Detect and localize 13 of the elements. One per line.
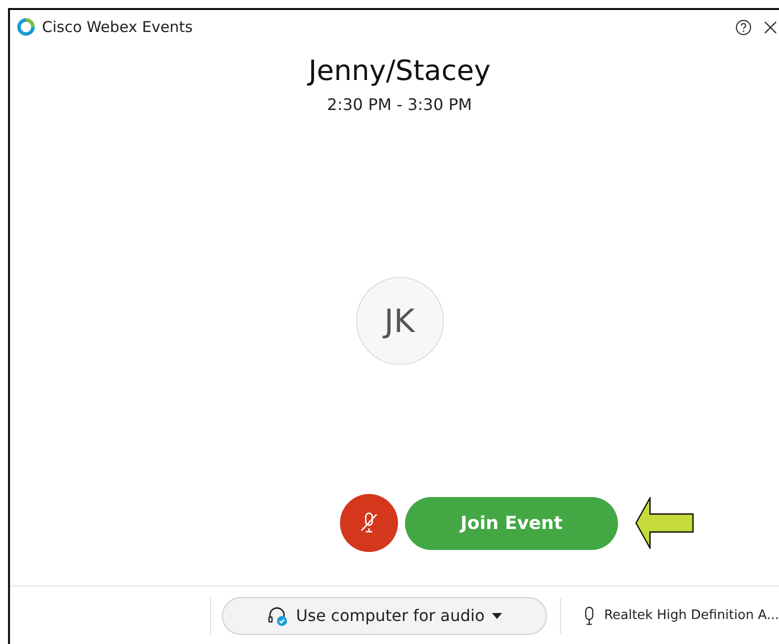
caret-icon xyxy=(492,612,502,618)
microphone-icon xyxy=(584,606,594,626)
avatar: JK xyxy=(356,277,444,365)
help-icon[interactable] xyxy=(735,18,752,36)
meeting-title: Jenny/Stacey xyxy=(306,54,491,87)
headset-icon xyxy=(266,604,289,626)
arrow-icon xyxy=(635,497,695,549)
app-logo-icon xyxy=(17,18,35,36)
window-title: Cisco Webex Events xyxy=(42,18,194,36)
meeting-time: 2:30 PM - 3:30 PM xyxy=(326,95,472,114)
close-icon[interactable] xyxy=(764,20,777,34)
audio-device-label: Realtek High Definition A... xyxy=(604,608,779,623)
audio-option-dropdown[interactable]: Use computer for audio xyxy=(222,596,547,634)
